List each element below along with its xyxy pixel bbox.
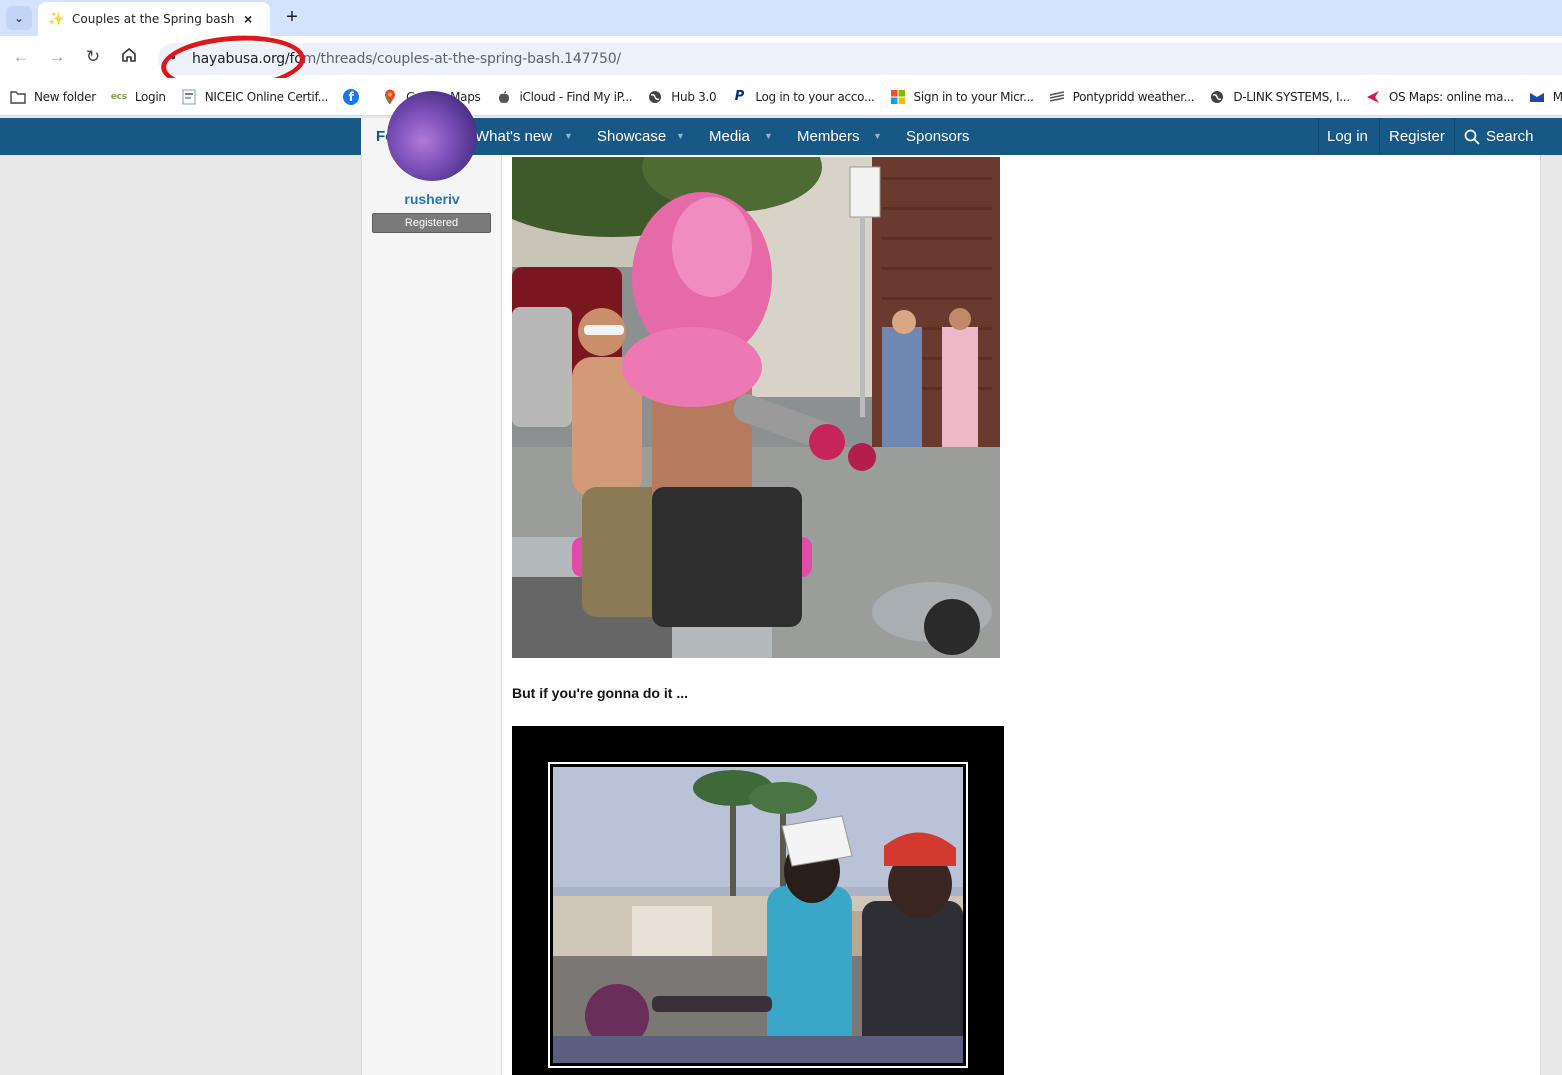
microsoft-icon [890,89,906,105]
bookmark-microsoft[interactable]: Sign in to your Micr... [890,89,1034,105]
bookmark-label: NICEIC Online Certif... [204,89,329,104]
bookmark-label: Hub 3.0 [671,89,717,104]
bookmark-label: D-LINK SYSTEMS, I... [1233,89,1350,104]
bookmark-label: Pontypridd weather... [1072,89,1195,104]
post-text: But if you're gonna do it ... [512,685,688,701]
site-info-icon[interactable]: ● [170,52,184,66]
bookmark-icloud[interactable]: iCloud - Find My iP... [496,89,633,105]
post-image-parade-scooter[interactable] [512,157,1000,658]
register-link[interactable]: Register [1389,118,1445,155]
bookmark-label: New folder [34,89,96,104]
tab-search-button[interactable]: ⌄ [6,6,32,30]
bookmark-login[interactable]: ecs Login [111,89,166,105]
search-label: Search [1486,128,1534,145]
address-bar[interactable]: ● hayabusa.org/fom/threads/couples-at-th… [158,43,1562,75]
new-tab-button[interactable]: + [282,6,302,28]
weather-icon [1049,89,1065,105]
bookmark-hub[interactable]: Hub 3.0 [647,89,717,105]
bookmark-paypal[interactable]: P Log in to your acco... [731,89,875,105]
nav-tab-members[interactable]: Members [797,118,860,155]
bookmark-label: OS Maps: online ma... [1388,89,1514,104]
reload-icon[interactable]: ↻ [81,46,105,68]
bookmark-os-maps[interactable]: OS Maps: online ma... [1365,89,1514,105]
tab-close-icon[interactable]: × [244,11,252,27]
chevron-down-icon[interactable]: ▼ [764,118,773,155]
nav-divider [1379,118,1380,155]
back-arrow-icon[interactable]: ← [9,46,33,68]
search-button[interactable]: Search [1464,118,1534,155]
nav-divider [1454,118,1455,155]
globe-icon [1209,89,1225,105]
bookmarks-bar: New folder ecs Login NICEIC Online Certi… [0,78,1562,116]
os-maps-icon [1365,89,1381,105]
user-role-badge: Registered [372,213,491,233]
bookmark-new-folder[interactable]: New folder [10,89,96,105]
forum-nav-bar: Forums ▼ What's new ▼ Showcase ▼ Media ▼… [0,118,1562,155]
browser-tab[interactable]: ✨ Couples at the Spring bash | 20 × [38,2,270,36]
bookmark-facebook[interactable]: f [343,88,367,105]
thread-content: rusheriv Registered But if you're gonna … [361,91,1541,1075]
bookmark-my-account[interactable]: My Account [1529,89,1562,105]
nav-tab-media[interactable]: Media [709,118,750,155]
login-link[interactable]: Log in [1327,118,1368,155]
url-path: m/threads/couples-at-the-spring-bash.147… [302,51,622,67]
url-text: hayabusa.org/fom/threads/couples-at-the-… [192,51,621,67]
bookmark-label: Sign in to your Micr... [913,89,1034,104]
post-user-column: rusheriv Registered [362,155,502,1075]
chevron-down-icon[interactable]: ▼ [873,118,882,155]
nav-tab-showcase[interactable]: Showcase [597,118,666,155]
user-avatar[interactable] [387,91,477,181]
paypal-icon: P [734,89,745,104]
bookmark-pontypridd-weather[interactable]: Pontypridd weather... [1049,89,1195,105]
post-username[interactable]: rusheriv [362,191,502,207]
folder-icon [10,89,26,105]
tab-strip: ⌄ ✨ Couples at the Spring bash | 20 × + [0,0,1562,36]
apple-icon [496,89,512,105]
bookmark-label: iCloud - Find My iP... [519,89,633,104]
bookmark-label: Log in to your acco... [755,89,875,104]
bookmark-label: My Account [1552,89,1562,104]
browser-toolbar: ← → ↻ ● hayabusa.org/fom/threads/couples… [0,36,1562,78]
chevron-down-icon[interactable]: ▼ [564,118,573,155]
forward-arrow-icon[interactable]: → [45,46,69,68]
bookmark-label: Login [134,89,166,104]
niceic-icon [181,89,197,105]
globe-icon [647,89,663,105]
maps-pin-icon [382,89,398,105]
nav-tab-whats-new[interactable]: What's new [475,118,552,155]
account-icon [1529,89,1545,105]
hayabusa-favicon-icon: ✨ [48,11,65,26]
bookmark-niceic[interactable]: NICEIC Online Certif... [181,89,328,105]
ecs-icon: ecs [110,91,127,102]
nav-divider [1318,118,1319,155]
home-icon[interactable] [117,46,141,68]
tab-title: Couples at the Spring bash | 20 [72,12,238,26]
nav-tab-sponsors[interactable]: Sponsors [906,118,969,155]
facebook-icon: f [343,88,360,105]
search-icon [1464,129,1480,145]
chevron-down-icon[interactable]: ▼ [676,118,685,155]
post-image-bucket-helmet[interactable] [512,726,1004,1075]
url-host: hayabusa.org/fo [192,51,303,67]
bookmark-dlink[interactable]: D-LINK SYSTEMS, I... [1209,89,1350,105]
chevron-down-icon: ⌄ [13,11,25,25]
